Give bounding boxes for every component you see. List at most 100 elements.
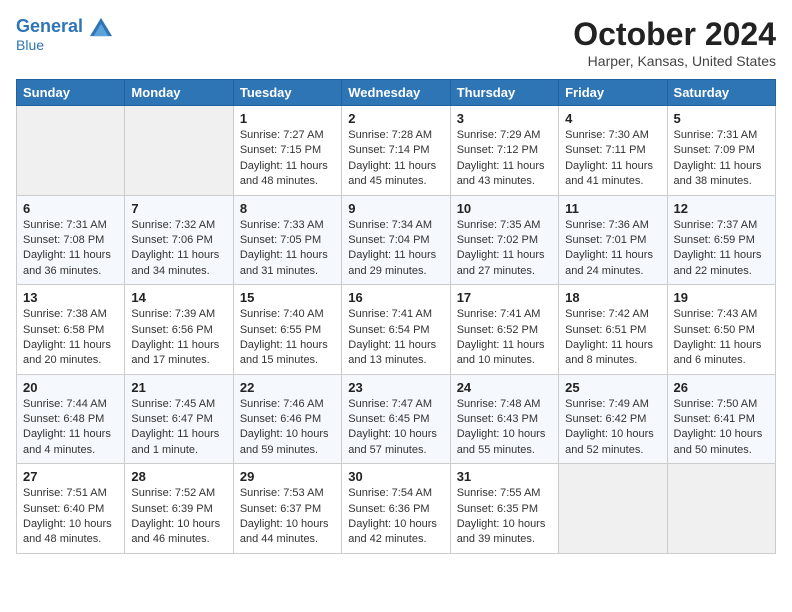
calendar-cell: 18 Sunrise: 7:42 AM Sunset: 6:51 PM Dayli… bbox=[559, 285, 667, 375]
day-number: 9 bbox=[348, 201, 443, 216]
day-info: Sunrise: 7:54 AM Sunset: 6:36 PM Dayligh… bbox=[348, 486, 443, 548]
day-info: Sunrise: 7:38 AM Sunset: 6:58 PM Dayligh… bbox=[23, 307, 118, 369]
day-number: 18 bbox=[565, 290, 660, 305]
title-block: October 2024 Harper, Kansas, United Stat… bbox=[573, 16, 776, 69]
day-number: 5 bbox=[674, 111, 769, 126]
weekday-header-wednesday: Wednesday bbox=[342, 80, 450, 106]
day-number: 27 bbox=[23, 469, 118, 484]
logo-subtext: Blue bbox=[16, 38, 112, 53]
day-info: Sunrise: 7:27 AM Sunset: 7:15 PM Dayligh… bbox=[240, 128, 335, 190]
calendar-cell: 30Sunrise: 7:54 AM Sunset: 6:36 PM Dayli… bbox=[342, 464, 450, 554]
calendar-cell: 22Sunrise: 7:46 AM Sunset: 6:46 PM Dayli… bbox=[233, 374, 341, 464]
day-info: Sunrise: 7:40 AM Sunset: 6:55 PM Dayligh… bbox=[240, 307, 335, 369]
calendar-cell: 16 Sunrise: 7:41 AM Sunset: 6:54 PM Dayli… bbox=[342, 285, 450, 375]
day-info: Sunrise: 7:46 AM Sunset: 6:46 PM Dayligh… bbox=[240, 397, 335, 459]
calendar-cell: 4 Sunrise: 7:30 AM Sunset: 7:11 PM Daylig… bbox=[559, 106, 667, 196]
day-number: 19 bbox=[674, 290, 769, 305]
day-info: Sunrise: 7:51 AM Sunset: 6:40 PM Dayligh… bbox=[23, 486, 118, 548]
calendar-cell: 26 Sunrise: 7:50 AM Sunset: 6:41 PM Dayli… bbox=[667, 374, 775, 464]
calendar-week-row: 20 Sunrise: 7:44 AM Sunset: 6:48 PM Dayli… bbox=[17, 374, 776, 464]
calendar-cell: 8Sunrise: 7:33 AM Sunset: 7:05 PM Daylig… bbox=[233, 195, 341, 285]
day-info: Sunrise: 7:45 AM Sunset: 6:47 PM Dayligh… bbox=[131, 397, 226, 459]
day-number: 11 bbox=[565, 201, 660, 216]
calendar-cell: 29 Sunrise: 7:53 AM Sunset: 6:37 PM Dayli… bbox=[233, 464, 341, 554]
calendar-week-row: 1Sunrise: 7:27 AM Sunset: 7:15 PM Daylig… bbox=[17, 106, 776, 196]
day-number: 31 bbox=[457, 469, 552, 484]
calendar-cell: 17 Sunrise: 7:41 AM Sunset: 6:52 PM Dayli… bbox=[450, 285, 558, 375]
day-info: Sunrise: 7:32 AM Sunset: 7:06 PM Dayligh… bbox=[131, 218, 226, 280]
calendar-cell: 31 Sunrise: 7:55 AM Sunset: 6:35 PM Dayli… bbox=[450, 464, 558, 554]
day-info: Sunrise: 7:41 AM Sunset: 6:52 PM Dayligh… bbox=[457, 307, 552, 369]
calendar-cell: 5 Sunrise: 7:31 AM Sunset: 7:09 PM Daylig… bbox=[667, 106, 775, 196]
calendar-cell: 28 Sunrise: 7:52 AM Sunset: 6:39 PM Dayli… bbox=[125, 464, 233, 554]
calendar-cell: 21 Sunrise: 7:45 AM Sunset: 6:47 PM Dayli… bbox=[125, 374, 233, 464]
day-info: Sunrise: 7:41 AM Sunset: 6:54 PM Dayligh… bbox=[348, 307, 443, 369]
calendar-cell: 25 Sunrise: 7:49 AM Sunset: 6:42 PM Dayli… bbox=[559, 374, 667, 464]
day-number: 6 bbox=[23, 201, 118, 216]
logo-text: General bbox=[16, 16, 112, 38]
day-info: Sunrise: 7:44 AM Sunset: 6:48 PM Dayligh… bbox=[23, 397, 118, 459]
day-number: 12 bbox=[674, 201, 769, 216]
day-info: Sunrise: 7:55 AM Sunset: 6:35 PM Dayligh… bbox=[457, 486, 552, 548]
calendar-cell: 7 Sunrise: 7:32 AM Sunset: 7:06 PM Daylig… bbox=[125, 195, 233, 285]
day-info: Sunrise: 7:30 AM Sunset: 7:11 PM Dayligh… bbox=[565, 128, 660, 190]
day-info: Sunrise: 7:49 AM Sunset: 6:42 PM Dayligh… bbox=[565, 397, 660, 459]
logo: General Blue bbox=[16, 16, 112, 53]
calendar-cell: 3Sunrise: 7:29 AM Sunset: 7:12 PM Daylig… bbox=[450, 106, 558, 196]
calendar-cell bbox=[667, 464, 775, 554]
day-info: Sunrise: 7:53 AM Sunset: 6:37 PM Dayligh… bbox=[240, 486, 335, 548]
day-number: 2 bbox=[348, 111, 443, 126]
day-info: Sunrise: 7:33 AM Sunset: 7:05 PM Dayligh… bbox=[240, 218, 335, 280]
calendar-week-row: 27 Sunrise: 7:51 AM Sunset: 6:40 PM Dayli… bbox=[17, 464, 776, 554]
day-number: 24 bbox=[457, 380, 552, 395]
day-number: 29 bbox=[240, 469, 335, 484]
calendar-cell: 20 Sunrise: 7:44 AM Sunset: 6:48 PM Dayli… bbox=[17, 374, 125, 464]
day-info: Sunrise: 7:36 AM Sunset: 7:01 PM Dayligh… bbox=[565, 218, 660, 280]
day-number: 20 bbox=[23, 380, 118, 395]
calendar-cell: 23 Sunrise: 7:47 AM Sunset: 6:45 PM Dayli… bbox=[342, 374, 450, 464]
day-info: Sunrise: 7:52 AM Sunset: 6:39 PM Dayligh… bbox=[131, 486, 226, 548]
day-info: Sunrise: 7:47 AM Sunset: 6:45 PM Dayligh… bbox=[348, 397, 443, 459]
day-number: 3 bbox=[457, 111, 552, 126]
page-header: General Blue October 2024 Harper, Kansas… bbox=[16, 16, 776, 69]
calendar-cell: 13Sunrise: 7:38 AM Sunset: 6:58 PM Dayli… bbox=[17, 285, 125, 375]
day-number: 26 bbox=[674, 380, 769, 395]
day-number: 21 bbox=[131, 380, 226, 395]
day-info: Sunrise: 7:42 AM Sunset: 6:51 PM Dayligh… bbox=[565, 307, 660, 369]
weekday-header-sunday: Sunday bbox=[17, 80, 125, 106]
day-number: 17 bbox=[457, 290, 552, 305]
day-number: 4 bbox=[565, 111, 660, 126]
main-title: October 2024 bbox=[573, 16, 776, 53]
day-info: Sunrise: 7:31 AM Sunset: 7:09 PM Dayligh… bbox=[674, 128, 769, 190]
weekday-header-thursday: Thursday bbox=[450, 80, 558, 106]
calendar-cell bbox=[559, 464, 667, 554]
calendar-cell: 14 Sunrise: 7:39 AM Sunset: 6:56 PM Dayli… bbox=[125, 285, 233, 375]
day-number: 25 bbox=[565, 380, 660, 395]
day-number: 10 bbox=[457, 201, 552, 216]
calendar-cell: 15Sunrise: 7:40 AM Sunset: 6:55 PM Dayli… bbox=[233, 285, 341, 375]
calendar-cell: 19Sunrise: 7:43 AM Sunset: 6:50 PM Dayli… bbox=[667, 285, 775, 375]
weekday-header-friday: Friday bbox=[559, 80, 667, 106]
calendar-cell bbox=[17, 106, 125, 196]
calendar-table: SundayMondayTuesdayWednesdayThursdayFrid… bbox=[16, 79, 776, 554]
calendar-cell: 6 Sunrise: 7:31 AM Sunset: 7:08 PM Daylig… bbox=[17, 195, 125, 285]
calendar-week-row: 13Sunrise: 7:38 AM Sunset: 6:58 PM Dayli… bbox=[17, 285, 776, 375]
day-number: 7 bbox=[131, 201, 226, 216]
subtitle: Harper, Kansas, United States bbox=[573, 53, 776, 69]
day-info: Sunrise: 7:31 AM Sunset: 7:08 PM Dayligh… bbox=[23, 218, 118, 280]
day-info: Sunrise: 7:37 AM Sunset: 6:59 PM Dayligh… bbox=[674, 218, 769, 280]
calendar-cell: 11 Sunrise: 7:36 AM Sunset: 7:01 PM Dayli… bbox=[559, 195, 667, 285]
weekday-header-monday: Monday bbox=[125, 80, 233, 106]
day-info: Sunrise: 7:39 AM Sunset: 6:56 PM Dayligh… bbox=[131, 307, 226, 369]
calendar-cell: 9 Sunrise: 7:34 AM Sunset: 7:04 PM Daylig… bbox=[342, 195, 450, 285]
day-number: 14 bbox=[131, 290, 226, 305]
day-number: 23 bbox=[348, 380, 443, 395]
day-number: 16 bbox=[348, 290, 443, 305]
day-number: 28 bbox=[131, 469, 226, 484]
day-info: Sunrise: 7:34 AM Sunset: 7:04 PM Dayligh… bbox=[348, 218, 443, 280]
calendar-cell: 1Sunrise: 7:27 AM Sunset: 7:15 PM Daylig… bbox=[233, 106, 341, 196]
weekday-header-saturday: Saturday bbox=[667, 80, 775, 106]
day-info: Sunrise: 7:35 AM Sunset: 7:02 PM Dayligh… bbox=[457, 218, 552, 280]
day-info: Sunrise: 7:50 AM Sunset: 6:41 PM Dayligh… bbox=[674, 397, 769, 459]
day-info: Sunrise: 7:28 AM Sunset: 7:14 PM Dayligh… bbox=[348, 128, 443, 190]
